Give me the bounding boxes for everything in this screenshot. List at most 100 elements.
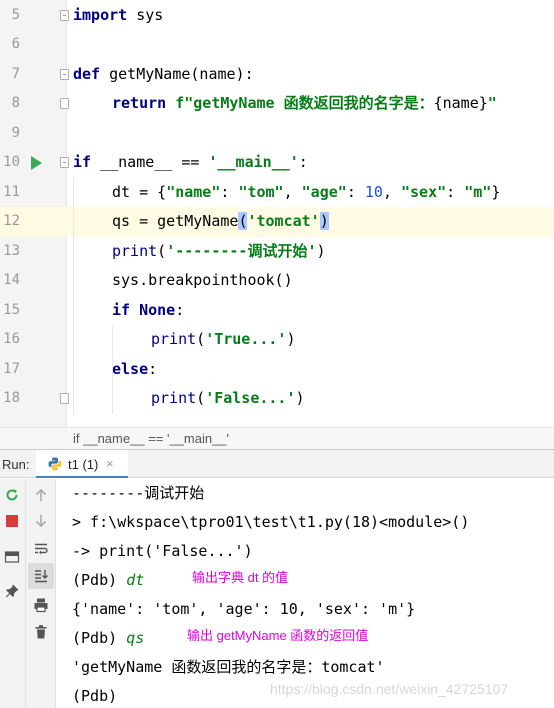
line-number: 5 (11, 6, 20, 23)
scroll-to-end-icon[interactable] (33, 568, 49, 584)
code-token: " (487, 94, 497, 112)
code-token: "name" (166, 182, 221, 201)
code-token: ) (295, 389, 305, 407)
breadcrumb[interactable]: if __name__ == '__main__' (0, 427, 554, 449)
code-token: 'tomcat' (247, 212, 320, 230)
fold-close-icon[interactable] (60, 393, 69, 404)
code-token: '__main__' (208, 153, 299, 171)
run-gutter-icon[interactable] (31, 156, 42, 170)
close-icon[interactable]: × (106, 456, 114, 471)
console-text: -> print('False...') (72, 542, 253, 560)
down-arrow-icon[interactable] (33, 513, 49, 529)
console-text: (Pdb) (72, 629, 127, 647)
code-line[interactable]: 9 (0, 119, 554, 149)
rerun-icon[interactable] (4, 487, 20, 503)
console-output[interactable]: --------调试开始 > f:\wkspace\tpro01\test\t1.… (57, 479, 554, 708)
pin-icon[interactable] (4, 583, 20, 599)
code-token: ( (157, 241, 167, 260)
code-line[interactable]: 7 def getMyName(name): (0, 60, 554, 90)
code-line[interactable]: 17 else: (0, 355, 554, 385)
run-toolbar-right (26, 479, 56, 708)
code-line[interactable]: 8 return f"getMyName 函数返回我的名字是：{name}" (0, 89, 554, 119)
code-token: : (148, 359, 158, 378)
code-text: if None: (112, 296, 184, 326)
code-token: print (151, 389, 197, 407)
soft-wrap-icon[interactable] (33, 541, 49, 557)
run-label: Run: (2, 457, 30, 472)
code-token: sys.breakpointhook() (112, 271, 293, 289)
code-token: , (283, 182, 302, 201)
up-arrow-icon[interactable] (33, 487, 49, 503)
trash-icon[interactable] (33, 624, 49, 640)
console-text: (Pdb) (72, 687, 118, 705)
code-line[interactable]: 5 import sys (0, 1, 554, 31)
fold-close-icon[interactable] (60, 98, 69, 109)
line-number: 12 (3, 213, 20, 229)
console-line: 'getMyName 函数返回我的名字是：tomcat' (72, 653, 385, 682)
code-line[interactable]: 6 (0, 30, 554, 60)
line-number: 18 (3, 390, 20, 406)
code-text: qs = getMyName('tomcat') (112, 207, 329, 237)
indent-guide (112, 325, 113, 414)
code-text: else: (112, 355, 157, 385)
code-line[interactable]: 15 if None: (0, 296, 554, 326)
console-text: {'name': 'tom', 'age': 10, 'sex': 'm'} (72, 600, 416, 618)
breadcrumb-label[interactable]: if __name__ == '__main__' (73, 431, 229, 446)
code-line[interactable]: 10 if __name__ == '__main__': (0, 148, 554, 178)
code-token: 'True...' (205, 330, 287, 348)
code-token: qs = getMyName (112, 212, 239, 230)
pdb-command: qs (126, 629, 145, 647)
code-token: __name__ == (91, 153, 209, 171)
code-token: 'False...' (205, 389, 296, 407)
line-number: 17 (3, 360, 20, 377)
code-token: ( (196, 389, 206, 407)
code-token: f"getMyName 函数返回我的名字是： (175, 94, 434, 112)
stop-icon[interactable] (4, 513, 20, 529)
line-number: 15 (3, 301, 20, 318)
console-line: (Pdb) qs (72, 624, 144, 653)
code-token: "sex" (401, 182, 447, 201)
fold-open-icon[interactable] (60, 9, 69, 21)
console-line: (Pdb) dt (72, 566, 144, 595)
console-annotation: 输出字典 dt 的值 (192, 570, 289, 585)
code-text: print('False...') (151, 384, 305, 414)
tab-run-config[interactable]: t1 (1) × (36, 450, 128, 478)
code-text: import sys (73, 1, 163, 31)
code-token: '--------调试开始' (166, 241, 317, 260)
console-line: -> print('False...') (72, 537, 253, 566)
code-token: dt = { (112, 182, 167, 201)
fold-open-icon[interactable] (60, 68, 69, 80)
code-token: {name} (433, 94, 488, 112)
console-line: > f:\wkspace\tpro01\test\t1.py(18)<modul… (72, 508, 469, 537)
code-token: : (346, 182, 365, 201)
code-line[interactable]: 16 print('True...') (0, 325, 554, 355)
code-line[interactable]: 11 dt = {"name": "tom", "age": 10, "sex":… (0, 178, 554, 208)
code-token: : (220, 182, 239, 201)
code-line[interactable]: 14 sys.breakpointhook() (0, 266, 554, 296)
line-number: 7 (11, 65, 20, 82)
run-toolbar-left (0, 479, 26, 708)
watermark-text: https://blog.csdn.net/weixin_42725107 (270, 681, 509, 697)
fold-open-icon[interactable] (60, 157, 69, 168)
console-annotation: 输出 getMyName 函数的返回值 (187, 628, 369, 643)
pdb-command: dt (126, 571, 145, 589)
code-line[interactable]: 18 print('False...') (0, 384, 554, 414)
console-text: --------调试开始 (72, 484, 205, 502)
code-editor[interactable]: 5 import sys 6 7 def getMyName(name): 8 return… (0, 0, 554, 427)
code-token: ( (196, 330, 206, 348)
current-code-line[interactable]: 12 qs = getMyName('tomcat') (0, 207, 554, 237)
run-tab-label: t1 (1) (68, 457, 99, 472)
code-token: sys (127, 5, 164, 24)
run-panel-header: Run: t1 (1) × (0, 449, 554, 478)
line-number: 13 (3, 242, 20, 259)
code-token: None (139, 300, 176, 319)
code-token: : (446, 182, 465, 201)
line-number: 11 (3, 183, 20, 200)
code-line[interactable]: 13 print('--------调试开始') (0, 237, 554, 267)
layout-icon[interactable] (4, 549, 20, 565)
code-token: "tom" (238, 182, 284, 201)
code-token: print (112, 241, 158, 260)
code-token: "age" (301, 182, 347, 201)
print-icon[interactable] (33, 597, 49, 613)
code-text: return f"getMyName 函数返回我的名字是：{name}" (112, 89, 497, 119)
